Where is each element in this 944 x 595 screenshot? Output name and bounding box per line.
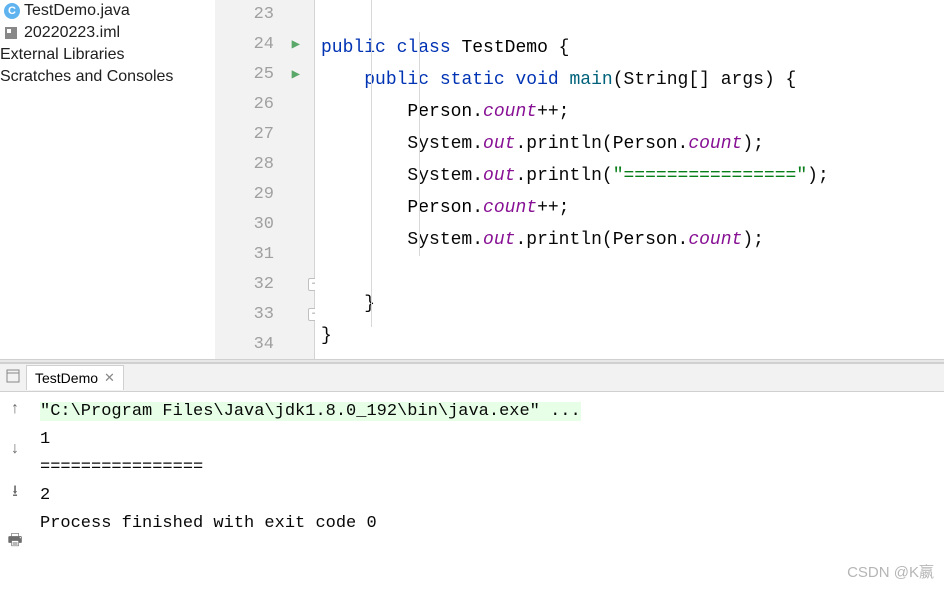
sidebar-item-label: External Libraries	[0, 46, 125, 64]
code-line: System.out.println("================");	[321, 160, 944, 192]
code-line: Person.count++;	[321, 96, 944, 128]
line-number: 34	[254, 335, 274, 354]
indent-guide	[371, 0, 372, 327]
run-console: TestDemo ✕ ↑ ↓ ⭳ 🖶 "C:\Program Files\Jav…	[0, 363, 944, 595]
code-line: }	[321, 288, 944, 320]
code-editor[interactable]: public class TestDemo { public static vo…	[315, 0, 944, 359]
project-sidebar: C TestDemo.java 20220223.iml External Li…	[0, 0, 215, 359]
window-icon	[6, 369, 26, 386]
run-icon[interactable]: ▶	[292, 36, 300, 53]
line-number: 33	[254, 305, 274, 324]
code-line: public static void main(String[] args) {	[321, 64, 944, 96]
line-number: 28	[254, 155, 274, 174]
line-number: 32	[254, 275, 274, 294]
console-exit-line: Process finished with exit code 0	[40, 510, 934, 538]
code-line	[321, 256, 944, 288]
sidebar-item-external[interactable]: External Libraries	[0, 44, 215, 66]
code-line: public class TestDemo {	[321, 32, 944, 64]
line-number: 27	[254, 125, 274, 144]
print-icon[interactable]: 🖶	[7, 529, 22, 556]
sidebar-item-testdemo[interactable]: C TestDemo.java	[0, 0, 215, 22]
editor-gutter: 23 24▶ 25▶ 26 27 28 29 30 31 32– 33– 34	[215, 0, 315, 359]
console-line: 2	[40, 482, 934, 510]
sidebar-item-label: TestDemo.java	[24, 2, 130, 20]
console-line: 1	[40, 426, 934, 454]
code-line	[321, 352, 944, 384]
sidebar-item-label: 20220223.iml	[24, 24, 120, 42]
watermark: CSDN @K嬴	[847, 559, 934, 587]
console-tab[interactable]: TestDemo ✕	[26, 365, 124, 390]
line-number: 25	[254, 65, 274, 84]
java-class-icon: C	[4, 3, 20, 19]
sidebar-item-iml[interactable]: 20220223.iml	[0, 22, 215, 44]
console-tab-label: TestDemo	[35, 370, 98, 386]
code-line	[321, 0, 944, 32]
line-number: 23	[254, 5, 274, 24]
line-number: 30	[254, 215, 274, 234]
down-arrow-icon[interactable]: ↓	[11, 440, 19, 458]
code-line: System.out.println(Person.count);	[321, 224, 944, 256]
code-line: System.out.println(Person.count);	[321, 128, 944, 160]
console-output[interactable]: "C:\Program Files\Java\jdk1.8.0_192\bin\…	[30, 392, 944, 595]
up-arrow-icon[interactable]: ↑	[11, 400, 19, 418]
sidebar-item-label: Scratches and Consoles	[0, 68, 173, 86]
line-number: 24	[254, 35, 274, 54]
indent-guide	[419, 32, 420, 256]
code-line: }	[321, 320, 944, 352]
line-number: 31	[254, 245, 274, 264]
line-number: 29	[254, 185, 274, 204]
code-line: Person.count++;	[321, 192, 944, 224]
console-line: ================	[40, 454, 934, 482]
console-command: "C:\Program Files\Java\jdk1.8.0_192\bin\…	[40, 402, 581, 421]
iml-file-icon	[4, 25, 20, 41]
export-icon[interactable]: ⭳	[12, 480, 18, 507]
sidebar-item-scratches[interactable]: Scratches and Consoles	[0, 66, 215, 88]
run-icon[interactable]: ▶	[292, 66, 300, 83]
close-icon[interactable]: ✕	[104, 370, 115, 386]
line-number: 26	[254, 95, 274, 114]
console-toolbar: ↑ ↓ ⭳ 🖶	[0, 392, 30, 595]
